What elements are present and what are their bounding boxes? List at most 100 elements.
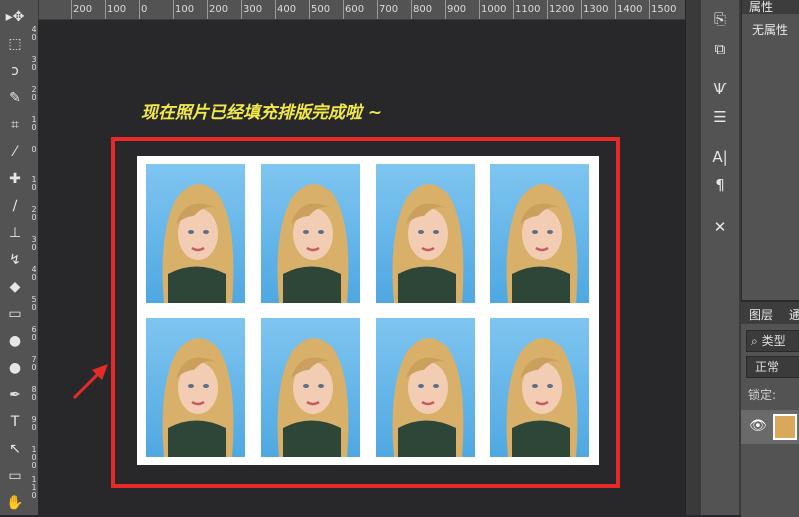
eye-icon[interactable]: 👁 [749, 418, 767, 434]
horizontal-ruler[interactable]: 200 100 0 100 200 300 400 500 600 700 800 900 1000 11… [38, 0, 685, 20]
ruler-tick [445, 0, 446, 19]
ruler-tick-label: 200 [73, 4, 93, 15]
properties-tab[interactable]: 属性 [749, 0, 773, 15]
ruler-tick-label: 1000 [481, 4, 507, 15]
blend-mode-select[interactable]: 正常 [746, 356, 799, 378]
id-photo [490, 164, 589, 303]
ruler-tick-label: 1 0 [31, 175, 37, 192]
ruler-tick [615, 0, 616, 19]
ruler-tick-label: 4 0 [31, 25, 37, 42]
ruler-tick-label: 0 [31, 145, 37, 154]
ruler-tick-label: 4 0 [31, 265, 37, 282]
ruler-tick [309, 0, 310, 19]
ruler-tick-label: 5 0 [31, 295, 37, 312]
ruler-tick-label: 100 [107, 4, 127, 15]
layer-row[interactable]: 👁 [741, 410, 799, 444]
photo-sheet [137, 156, 599, 465]
ruler-tick-label: 900 [447, 4, 467, 15]
character-icon[interactable]: A| [701, 144, 739, 170]
id-photo [376, 164, 475, 303]
ruler-tick [139, 0, 140, 19]
ruler-tick [173, 0, 174, 19]
marquee-icon[interactable]: ⬚ [4, 33, 26, 55]
id-photo [146, 318, 245, 457]
ruler-tick-label: 1 0 [31, 115, 37, 132]
channels-tab[interactable]: 通 [789, 306, 799, 323]
ruler-tick-label: 0 [141, 4, 148, 15]
ruler-tick-label: 700 [379, 4, 399, 15]
layers-tab[interactable]: 图层 [749, 306, 773, 323]
ruler-tick-label: 7 0 [31, 355, 37, 372]
pen-icon[interactable]: ✒ [4, 384, 26, 406]
ruler-tick [547, 0, 548, 19]
ruler-tick-label: 1500 [651, 4, 677, 15]
ruler-tick-label: 100 [175, 4, 195, 15]
id-photo [261, 318, 360, 457]
arrow-icon [72, 364, 108, 400]
lock-label: 锁定: [748, 388, 777, 402]
hand-icon[interactable]: ✋ [4, 492, 26, 514]
ruler-tick-label: 6 0 [31, 325, 37, 342]
type-icon[interactable]: T [4, 411, 26, 433]
crop-icon[interactable]: ⌗ [4, 114, 26, 136]
ruler-tick-label: 2 0 [31, 205, 37, 222]
ruler-tick-label: 1 0 0 [31, 445, 37, 470]
eraser-icon[interactable]: ◆ [4, 276, 26, 298]
ruler-tick [105, 0, 106, 19]
healing-icon[interactable]: ✚ [4, 168, 26, 190]
blend-mode-value: 正常 [755, 360, 780, 374]
stamp-icon[interactable]: ⊥ [4, 222, 26, 244]
ruler-tick [207, 0, 208, 19]
tools-panel: ▸✥ ⬚ ↄ ✎ ⌗ ⁄ ✚ ∕ ⊥ ↯ ◆ ▭ ● ● ✒ T ↖ ▭ ✋ [0, 0, 31, 515]
actions-icon[interactable]: ⧉ [701, 36, 739, 62]
history-icon[interactable]: ⎘ [701, 6, 739, 32]
shape-icon[interactable]: ▭ [4, 465, 26, 487]
ruler-tick-label: 2 0 [31, 85, 37, 102]
tool-presets-icon[interactable]: ✕ [701, 214, 739, 240]
ruler-tick [275, 0, 276, 19]
ruler-tick-label: 1200 [549, 4, 575, 15]
id-photo [490, 318, 589, 457]
layer-filter-label: 类型 [761, 334, 786, 348]
layer-filter-select[interactable]: ⌕ 类型 [746, 330, 799, 352]
ruler-tick-label: 1100 [515, 4, 541, 15]
lasso-icon[interactable]: ↄ [4, 60, 26, 82]
id-photo [261, 164, 360, 303]
ruler-tick [241, 0, 242, 19]
ruler-tick-label: 800 [413, 4, 433, 15]
quick-select-icon[interactable]: ✎ [4, 87, 26, 109]
dodge-icon[interactable]: ● [4, 357, 26, 379]
ruler-tick [343, 0, 344, 19]
ruler-tick-label: 300 [243, 4, 263, 15]
ruler-tick-label: 1 1 0 [31, 475, 37, 500]
ruler-tick [513, 0, 514, 19]
eyedropper-icon[interactable]: ⁄ [4, 141, 26, 163]
path-select-icon[interactable]: ↖ [4, 438, 26, 460]
properties-empty-text: 无属性 [752, 23, 789, 37]
ruler-tick-label: 1300 [583, 4, 609, 15]
ruler-tick [479, 0, 480, 19]
ruler-tick-label: 400 [277, 4, 297, 15]
move-icon[interactable]: ▸✥ [4, 6, 26, 28]
brush-settings-icon[interactable]: ☰ [701, 104, 739, 130]
ruler-tick-label: 500 [311, 4, 331, 15]
id-photo [376, 318, 475, 457]
gradient-icon[interactable]: ▭ [4, 303, 26, 325]
ruler-tick [581, 0, 582, 19]
ruler-tick-label: 3 0 [31, 235, 37, 252]
layer-thumbnail [773, 414, 797, 440]
ruler-tick [377, 0, 378, 19]
ruler-tick-label: 3 0 [31, 55, 37, 72]
ruler-tick [649, 0, 650, 19]
blur-icon[interactable]: ● [4, 330, 26, 352]
canvas-caption: 现在照片已经填充排版完成啦 ~ [141, 103, 383, 123]
paragraph-icon[interactable]: ¶ [701, 172, 739, 198]
history-brush-icon[interactable]: ↯ [4, 249, 26, 271]
brushes-icon[interactable]: Ѱ [701, 76, 739, 102]
ruler-tick-label: 1400 [617, 4, 643, 15]
ruler-tick-label: 200 [209, 4, 229, 15]
ruler-tick-label: 600 [345, 4, 365, 15]
id-photo [146, 164, 245, 303]
ruler-tick [71, 0, 72, 19]
brush-icon[interactable]: ∕ [4, 195, 26, 217]
